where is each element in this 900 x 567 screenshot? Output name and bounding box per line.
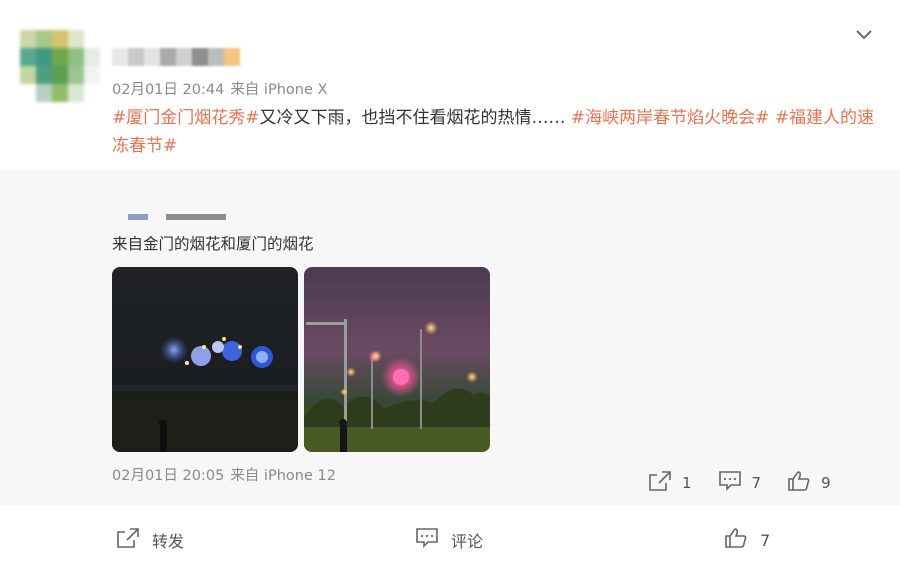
repost-timestamp[interactable]: 02月01日 20:05	[112, 468, 224, 484]
comment-icon	[718, 470, 742, 496]
share-icon	[116, 527, 140, 553]
post-action-bar: 转发 评论 7	[0, 505, 900, 567]
username-blurred[interactable]	[112, 48, 240, 66]
repost-like-count: 9	[821, 474, 831, 492]
avatar[interactable]	[20, 30, 100, 102]
hashtag-strait-spring-festival-gala[interactable]: #海峡两岸春节焰火晚会#	[571, 108, 770, 128]
repost-source: 来自 iPhone 12	[230, 468, 336, 484]
repost-meta: 02月01日 20:05 来自 iPhone 12	[112, 464, 336, 485]
like-count: 7	[760, 530, 771, 550]
repost-forward-count: 1	[682, 474, 692, 492]
post-text: #厦门金门烟花秀#又冷又下雨，也挡不住看烟花的热情…… #海峡两岸春节焰火晚会#…	[112, 104, 880, 160]
photo-jinmen-fireworks[interactable]	[112, 267, 298, 452]
thumbs-up-icon	[724, 527, 748, 553]
weibo-post-card: 02月01日 20:44 来自 iPhone X #厦门金门烟花秀#又冷又下雨，也…	[0, 0, 900, 567]
repost-comment-count: 7	[751, 474, 762, 492]
comment-label: 评论	[451, 532, 484, 551]
comment-icon	[415, 527, 439, 553]
photo-xiamen-fireworks[interactable]	[304, 267, 490, 452]
chevron-down-icon[interactable]	[854, 26, 874, 42]
repost-section: 来自金门的烟花和厦门的烟花 02月01日 20:05 来自 iPhone 12 …	[0, 170, 900, 505]
hashtag-xiamen-jinmen-fireworks[interactable]: #厦门金门烟花秀#	[112, 108, 260, 128]
post-meta: 02月01日 20:44 来自 iPhone X	[112, 78, 327, 99]
thumbs-up-icon	[787, 470, 811, 496]
repost-actions: 1 7 9	[648, 470, 857, 496]
post-timestamp[interactable]: 02月01日 20:44	[112, 82, 224, 98]
forward-label: 转发	[152, 532, 185, 551]
forward-button[interactable]: 转发	[116, 527, 184, 553]
share-icon	[648, 470, 672, 496]
repost-username-redacted[interactable]	[128, 214, 226, 220]
repost-text: 来自金门的烟花和厦门的烟花	[112, 235, 314, 253]
repost-comment-button[interactable]: 7	[718, 470, 762, 496]
comment-button[interactable]: 评论	[415, 527, 483, 553]
post-source: 来自 iPhone X	[230, 82, 328, 98]
like-button[interactable]: 7	[724, 527, 770, 553]
repost-like-button[interactable]: 9	[787, 470, 831, 496]
post-body-text: 又冷又下雨，也挡不住看烟花的热情……	[259, 108, 571, 128]
repost-forward-button[interactable]: 1	[648, 470, 692, 496]
